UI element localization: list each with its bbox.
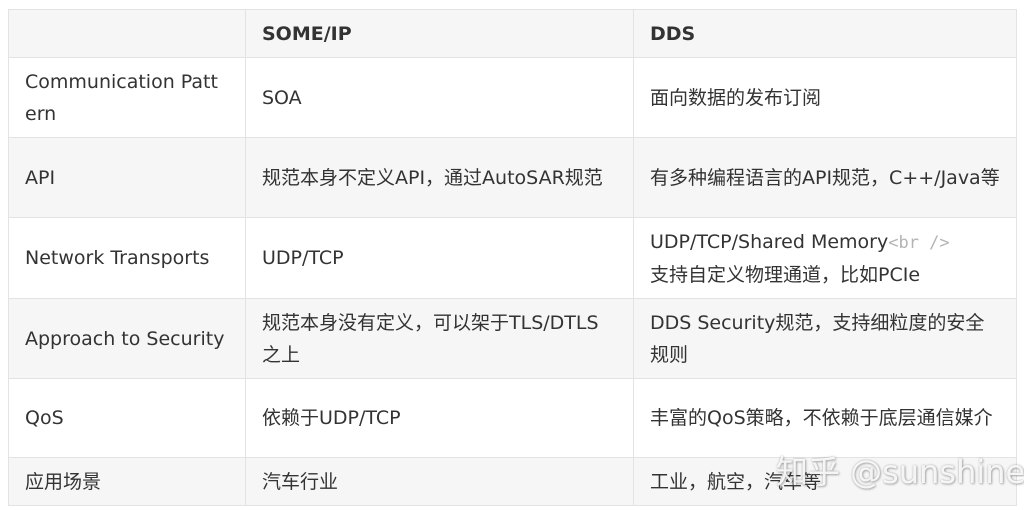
feature-cell: Network Transports — [8, 217, 246, 299]
header-cell-feature — [8, 9, 246, 58]
someip-cell: 规范本身不定义API，通过AutoSAR规范 — [245, 137, 634, 218]
someip-cell: 依赖于UDP/TCP — [245, 378, 634, 458]
dds-transport-text: UDP/TCP/Shared Memory — [650, 230, 889, 253]
dds-cell: 工业，航空，汽车等 — [633, 457, 1017, 506]
raw-html-tag: <br /> — [888, 232, 950, 253]
page: SOME/IP DDS Communication Pattern SOA 面向… — [0, 0, 1024, 510]
comparison-table: SOME/IP DDS Communication Pattern SOA 面向… — [8, 9, 1017, 506]
dds-transport-extra-text: 支持自定义物理通道，比如PCIe — [650, 263, 921, 286]
table-row: QoS 依赖于UDP/TCP 丰富的QoS策略，不依赖于底层通信媒介 — [8, 378, 1017, 458]
table-row: 应用场景 汽车行业 工业，航空，汽车等 — [8, 457, 1017, 506]
header-cell-someip: SOME/IP — [245, 9, 634, 58]
someip-cell: UDP/TCP — [245, 217, 634, 299]
header-cell-dds: DDS — [633, 9, 1017, 58]
someip-cell: SOA — [245, 57, 634, 138]
feature-cell: 应用场景 — [8, 457, 246, 506]
dds-cell: 丰富的QoS策略，不依赖于底层通信媒介 — [633, 378, 1017, 458]
someip-cell: 汽车行业 — [245, 457, 634, 506]
feature-cell: Communication Pattern — [8, 57, 246, 138]
feature-cell: Approach to Security — [8, 298, 246, 379]
dds-cell: UDP/TCP/Shared Memory<br /> 支持自定义物理通道，比如P… — [633, 217, 1017, 299]
dds-cell: 面向数据的发布订阅 — [633, 57, 1017, 138]
table-row: Approach to Security 规范本身没有定义，可以架于TLS/DT… — [8, 298, 1017, 379]
feature-cell: API — [8, 137, 246, 218]
table-body: Communication Pattern SOA 面向数据的发布订阅 API … — [8, 57, 1017, 506]
feature-cell: QoS — [8, 378, 246, 458]
table-header: SOME/IP DDS — [8, 9, 1017, 58]
dds-cell: 有多种编程语言的API规范，C++/Java等 — [633, 137, 1017, 218]
table-row: API 规范本身不定义API，通过AutoSAR规范 有多种编程语言的API规范… — [8, 137, 1017, 218]
dds-cell: DDS Security规范，支持细粒度的安全规则 — [633, 298, 1017, 379]
table-row: Communication Pattern SOA 面向数据的发布订阅 — [8, 57, 1017, 138]
header-row: SOME/IP DDS — [8, 9, 1017, 58]
table-row: Network Transports UDP/TCP UDP/TCP/Share… — [8, 217, 1017, 299]
someip-cell: 规范本身没有定义，可以架于TLS/DTLS之上 — [245, 298, 634, 379]
